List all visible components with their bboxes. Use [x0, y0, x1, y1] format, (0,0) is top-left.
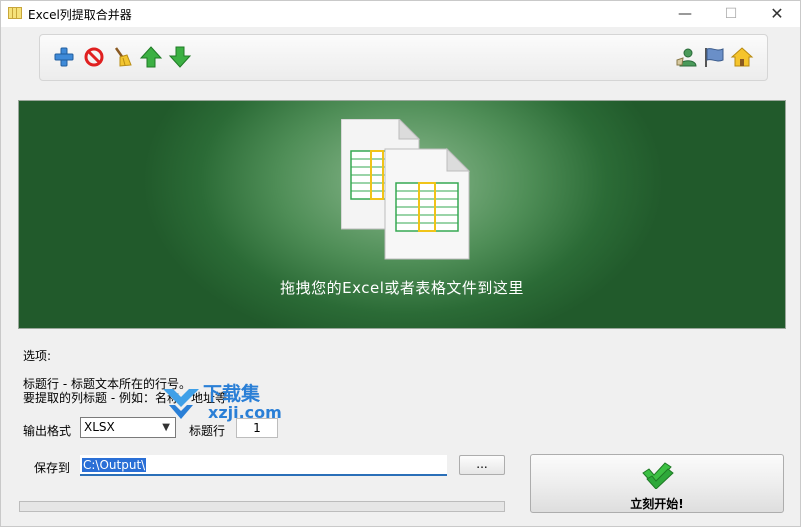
- app-window: Excel列提取合并器 — ☐ ✕ 拖拽您的Excel或者表格文件到这里 选项:…: [0, 0, 801, 527]
- drop-zone-text: 拖拽您的Excel或者表格文件到这里: [280, 279, 524, 297]
- flag-button[interactable]: [702, 45, 726, 69]
- move-down-icon: [168, 46, 192, 68]
- title-bar: Excel列提取合并器 — ☐ ✕: [1, 1, 800, 27]
- move-up-icon: [139, 46, 163, 68]
- close-button[interactable]: ✕: [754, 1, 800, 27]
- save-path-value: C:\Output\: [82, 458, 147, 472]
- flag-icon: [705, 48, 724, 67]
- home-icon: [730, 47, 754, 67]
- user-icon: [676, 48, 697, 67]
- output-format-label: 输出格式: [23, 424, 72, 438]
- options-title: 选项:: [23, 349, 52, 363]
- watermark-title: 下载集: [203, 383, 261, 405]
- move-up-button[interactable]: [139, 45, 163, 69]
- window-title: Excel列提取合并器: [28, 8, 132, 22]
- remove-icon: [84, 47, 104, 67]
- browse-button[interactable]: ...: [459, 455, 505, 475]
- spreadsheet-files-icon: [341, 119, 471, 260]
- remove-file-button[interactable]: [82, 45, 106, 69]
- maximize-button[interactable]: ☐: [708, 1, 754, 27]
- watermark-logo: 下载集 xzji.com: [161, 379, 301, 425]
- app-icon: [8, 7, 22, 19]
- save-to-label: 保存到: [34, 461, 71, 475]
- clear-icon: [114, 47, 132, 67]
- header-row-input[interactable]: 1: [236, 418, 278, 438]
- home-button[interactable]: [730, 45, 754, 69]
- add-icon: [54, 47, 74, 67]
- output-format-select[interactable]: XLSX ▼: [80, 417, 176, 438]
- toolbar: [39, 34, 768, 81]
- minimize-button[interactable]: —: [662, 1, 708, 27]
- double-check-icon: [642, 462, 674, 489]
- start-button[interactable]: 立刻开始!: [530, 454, 784, 513]
- user-button[interactable]: [674, 45, 698, 69]
- header-row-label: 标题行: [189, 424, 226, 438]
- file-drop-zone[interactable]: 拖拽您的Excel或者表格文件到这里: [18, 100, 786, 329]
- clear-list-button[interactable]: [110, 45, 134, 69]
- start-button-label: 立刻开始!: [630, 497, 684, 511]
- progress-bar: [19, 501, 505, 512]
- chevron-down-icon: ▼: [162, 422, 170, 433]
- move-down-button[interactable]: [168, 45, 192, 69]
- save-path-input[interactable]: C:\Output\: [80, 455, 447, 476]
- output-format-value: XLSX: [84, 420, 115, 434]
- add-file-button[interactable]: [52, 45, 76, 69]
